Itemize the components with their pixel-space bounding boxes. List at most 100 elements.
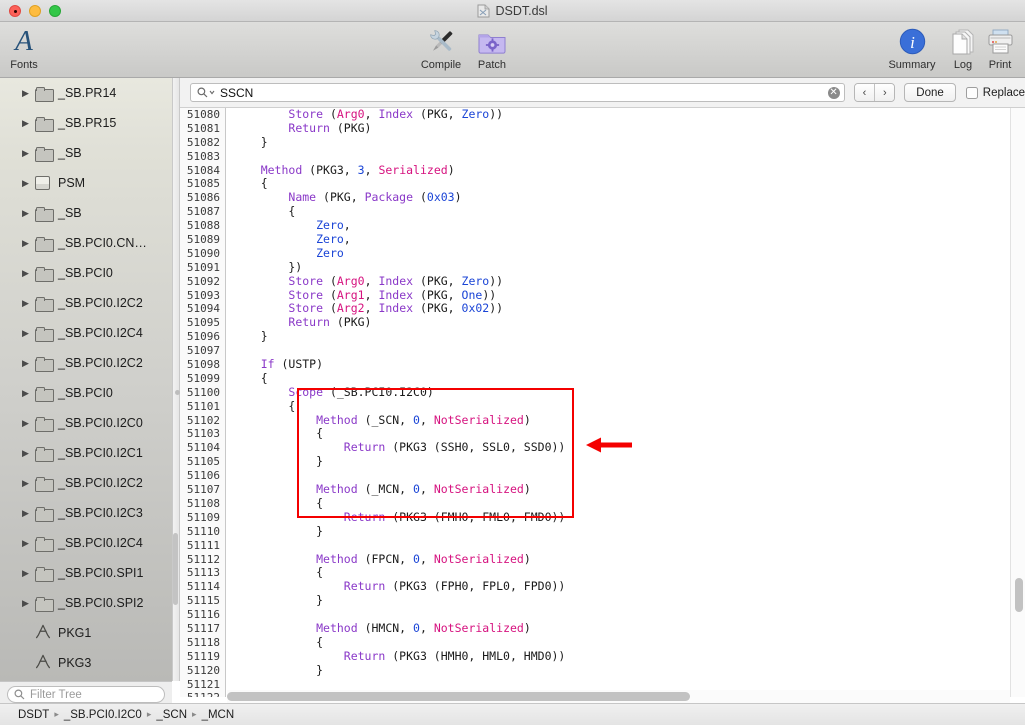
tree-item--sb-pci0-i2c1[interactable]: ▶ _SB.PCI0.I2C1 (0, 438, 172, 468)
code-line[interactable]: } (227, 329, 1025, 344)
code-line[interactable]: Return (PKG) (227, 315, 1025, 330)
code-line[interactable]: Method (_SCN, 0, NotSerialized) (227, 413, 1025, 428)
tree-item--sb-pci0-i2c3[interactable]: ▶ _SB.PCI0.I2C3 (0, 498, 172, 528)
close-button[interactable] (9, 4, 21, 17)
replace-toggle[interactable]: Replace (965, 86, 1025, 99)
tree-item--sb-pci0[interactable]: ▶ _SB.PCI0 (0, 378, 172, 408)
code-line[interactable]: Return (PKG3 (FPH0, FPL0, FPD0)) (227, 579, 1025, 594)
breadcrumb-item[interactable]: _MCN (202, 709, 235, 721)
code-line[interactable] (227, 539, 1025, 553)
search-input[interactable]: SSCN ✕ (190, 83, 845, 102)
tree-item--sb[interactable]: ▶ _SB (0, 198, 172, 228)
code-line[interactable]: Method (PKG3, 3, Serialized) (227, 163, 1025, 178)
disclosure-collapsed-icon[interactable]: ▶ (22, 208, 35, 219)
tree-item--sb-pr15[interactable]: ▶ _SB.PR15 (0, 108, 172, 138)
done-button[interactable]: Done (904, 83, 956, 102)
disclosure-collapsed-icon[interactable]: ▶ (22, 478, 35, 489)
disclosure-collapsed-icon[interactable]: ▶ (22, 358, 35, 369)
code-editor[interactable]: 51080 51081 51082 51083 51084 51085 51086 51087… (180, 108, 1025, 697)
tree-item--sb-pci0-spi2[interactable]: ▶ _SB.PCI0.SPI2 (0, 588, 172, 618)
disclosure-collapsed-icon[interactable]: ▶ (22, 268, 35, 279)
sidebar-scrollbar-thumb[interactable] (173, 533, 178, 605)
code-line[interactable] (227, 469, 1025, 483)
code-line[interactable]: }) (227, 260, 1025, 275)
code-line[interactable] (227, 608, 1025, 622)
code-line[interactable]: } (227, 454, 1025, 469)
code-line[interactable]: } (227, 524, 1025, 539)
tree-item--sb[interactable]: ▶ _SB (0, 138, 172, 168)
tree-item-pkg3[interactable]: PKG3 (0, 648, 172, 678)
disclosure-collapsed-icon[interactable]: ▶ (22, 238, 35, 249)
tree-item--sb-pci0-cn-[interactable]: ▶ _SB.PCI0.CN… (0, 228, 172, 258)
code-line[interactable]: { (227, 177, 1025, 191)
code-line[interactable]: If (USTP) (227, 357, 1025, 372)
editor-horizontal-scrollbar-thumb[interactable] (227, 692, 690, 701)
code-content[interactable]: Store (Arg0, Index (PKG, Zero)) Return (… (227, 108, 1025, 697)
code-line[interactable]: Return (PKG3 (HMH0, HML0, HMD0)) (227, 649, 1025, 664)
editor-vertical-scrollbar[interactable] (1010, 108, 1025, 697)
tree-item-psm[interactable]: ▶ PSM (0, 168, 172, 198)
tree-item--sb-pci0-i2c2[interactable]: ▶ _SB.PCI0.I2C2 (0, 348, 172, 378)
code-line[interactable]: Name (PKG, Package (0x03) (227, 190, 1025, 205)
disclosure-collapsed-icon[interactable]: ▶ (22, 598, 35, 609)
code-line[interactable]: Method (HMCN, 0, NotSerialized) (227, 621, 1025, 636)
tree-item--sb-pci0-i2c2[interactable]: ▶ _SB.PCI0.I2C2 (0, 468, 172, 498)
tree-item--sb-pci0-spi1[interactable]: ▶ _SB.PCI0.SPI1 (0, 558, 172, 588)
disclosure-collapsed-icon[interactable]: ▶ (22, 148, 35, 159)
find-next-button[interactable]: › (874, 84, 895, 101)
code-line[interactable]: Store (Arg1, Index (PKG, One)) (227, 288, 1025, 303)
code-line[interactable]: Zero (227, 246, 1025, 261)
breadcrumb-item[interactable]: _SB.PCI0.I2C0 (64, 709, 142, 721)
tree-item--sb-pr14[interactable]: ▶ _SB.PR14 (0, 78, 172, 108)
sidebar-splitter[interactable] (172, 78, 180, 681)
disclosure-collapsed-icon[interactable]: ▶ (22, 538, 35, 549)
tree-sidebar[interactable]: ▶ _SB.PR14 ▶ _SB.PR15 ▶ _SB ▶ PSM ▶ _SB ▶ _SB.PCI0.… (0, 78, 172, 681)
code-line[interactable]: { (227, 399, 1025, 414)
code-line[interactable]: Return (PKG3 (FMH0, FML0, FMD0)) (227, 510, 1025, 525)
disclosure-collapsed-icon[interactable]: ▶ (22, 328, 35, 339)
breadcrumb-item[interactable]: _SCN (156, 709, 187, 721)
tree-item--sb-pci0[interactable]: ▶ _SB.PCI0 (0, 258, 172, 288)
tree-item-pkg1[interactable]: PKG1 (0, 618, 172, 648)
code-line[interactable]: Method (FPCN, 0, NotSerialized) (227, 552, 1025, 567)
code-line[interactable] (227, 150, 1025, 164)
disclosure-collapsed-icon[interactable]: ▶ (22, 508, 35, 519)
minimize-button[interactable] (29, 4, 41, 17)
code-line[interactable]: { (227, 565, 1025, 580)
code-line[interactable]: Store (Arg0, Index (PKG, Zero)) (227, 108, 1025, 122)
tree-item--sb-pci0-i2c4[interactable]: ▶ _SB.PCI0.I2C4 (0, 318, 172, 348)
code-line[interactable]: { (227, 496, 1025, 511)
code-line[interactable]: Return (PKG3 (SSH0, SSL0, SSD0)) (227, 440, 1025, 455)
chevron-down-icon[interactable] (209, 87, 215, 98)
code-line[interactable]: Store (Arg0, Index (PKG, Zero)) (227, 274, 1025, 289)
code-line[interactable]: Return (PKG) (227, 121, 1025, 136)
code-line[interactable]: } (227, 663, 1025, 678)
code-line[interactable]: { (227, 427, 1025, 441)
breadcrumb-item[interactable]: DSDT (18, 709, 49, 721)
code-line[interactable] (227, 344, 1025, 358)
code-line[interactable]: Zero, (227, 232, 1025, 247)
filter-tree-input[interactable]: Filter Tree (7, 686, 165, 703)
replace-checkbox[interactable] (965, 86, 978, 99)
tree-item--sb-pci0-i2c4[interactable]: ▶ _SB.PCI0.I2C4 (0, 528, 172, 558)
code-line[interactable]: Method (_MCN, 0, NotSerialized) (227, 482, 1025, 497)
clear-search-icon[interactable]: ✕ (827, 86, 840, 99)
code-line[interactable]: } (227, 135, 1025, 150)
search-icon[interactable] (197, 87, 215, 98)
tree-item--sb-pci0-i2c0[interactable]: ▶ _SB.PCI0.I2C0 (0, 408, 172, 438)
disclosure-collapsed-icon[interactable]: ▶ (22, 298, 35, 309)
compile-button[interactable]: Compile (413, 25, 469, 77)
code-line[interactable]: { (227, 371, 1025, 386)
editor-vertical-scrollbar-thumb[interactable] (1015, 578, 1023, 612)
editor-horizontal-scrollbar[interactable] (227, 690, 1010, 703)
disclosure-collapsed-icon[interactable]: ▶ (22, 178, 35, 189)
print-button[interactable]: Print (976, 25, 1024, 77)
disclosure-collapsed-icon[interactable]: ▶ (22, 448, 35, 459)
find-previous-button[interactable]: ‹ (854, 84, 875, 101)
tree-item--sb-pci0-i2c2[interactable]: ▶ _SB.PCI0.I2C2 (0, 288, 172, 318)
code-line[interactable]: Store (Arg2, Index (PKG, 0x02)) (227, 302, 1025, 316)
code-line[interactable]: Scope (_SB.PCI0.I2C0) (227, 385, 1025, 400)
code-line[interactable]: } (227, 593, 1025, 608)
summary-button[interactable]: i Summary (884, 25, 940, 77)
zoom-button[interactable] (49, 4, 61, 17)
